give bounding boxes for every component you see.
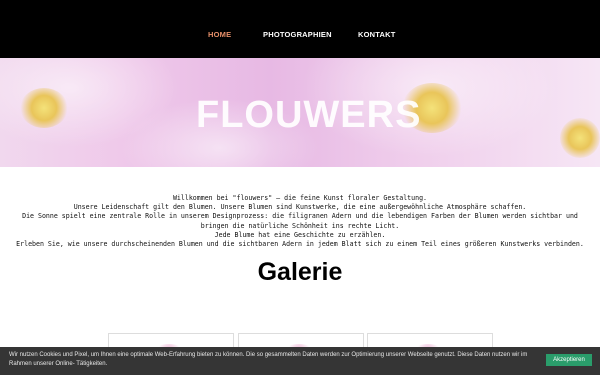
intro-line: bringen die natürliche Schönheit ins rec… — [200, 221, 400, 230]
intro-line: Willkommen bei "flouwers" – die feine Ku… — [172, 194, 428, 202]
hero-title: FLOUWERS — [196, 94, 422, 136]
top-navigation-bar: HOME PHOTOGRAPHIEN KONTAKT — [0, 0, 600, 58]
nav-kontakt-link[interactable]: KONTAKT — [358, 30, 396, 39]
intro-line: Die Sonne spielt eine zentrale Rolle in … — [22, 212, 578, 221]
cookie-banner-text: Wir nutzen Cookies und Pixel, um Ihnen e… — [9, 352, 528, 367]
gallery-heading: Galerie — [257, 258, 343, 286]
main-nav: HOME PHOTOGRAPHIEN KONTAKT — [0, 0, 600, 58]
cookie-banner: Wir nutzen Cookies und Pixel, um Ihnen e… — [0, 347, 600, 375]
nav-home-link[interactable]: HOME — [208, 30, 231, 39]
intro-text: Willkommen bei "flouwers" – die feine Ku… — [0, 194, 600, 249]
intro-line: Unsere Leidenschaft gilt den Blumen. Uns… — [73, 203, 527, 212]
intro-line: Erleben Sie, wie unsere durchscheinenden… — [16, 240, 584, 249]
accept-cookies-button[interactable]: Akzeptieren — [546, 354, 592, 366]
flower-center-decoration — [560, 118, 600, 158]
intro-line: Jede Blume hat eine Geschichte zu erzähl… — [214, 230, 386, 239]
hero-banner: FLOUWERS — [0, 58, 600, 167]
flower-center-decoration — [20, 88, 68, 128]
nav-photographien-link[interactable]: PHOTOGRAPHIEN — [263, 30, 332, 39]
